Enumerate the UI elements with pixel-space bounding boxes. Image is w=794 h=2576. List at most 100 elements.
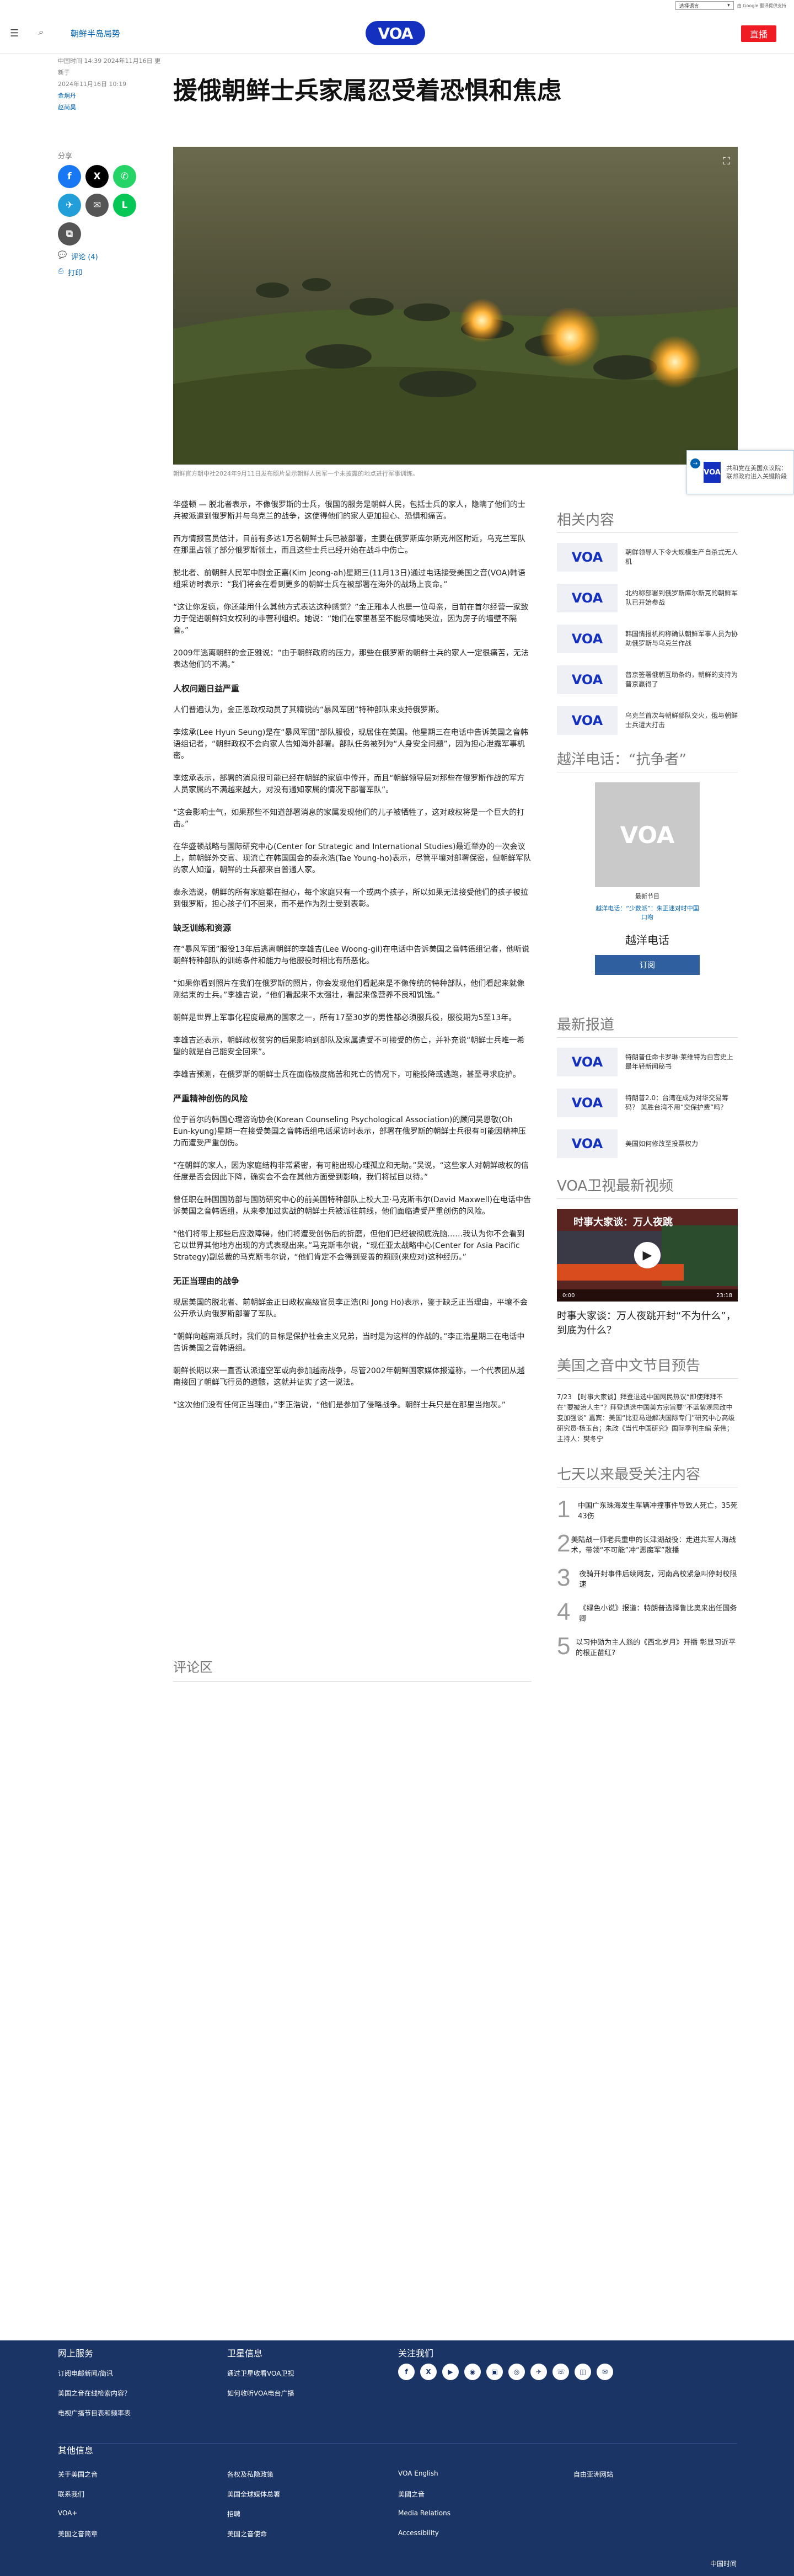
search-icon[interactable]: ⌕ (39, 26, 44, 38)
footer-link[interactable]: 通过卫星收看VOA卫视 (227, 2364, 294, 2383)
popular-rank: 3 (557, 1564, 571, 1591)
article-meta: 中国时间 14:39 2024年11月16日 更新于 2024年11月16日 1… (58, 55, 165, 113)
copy-link-icon[interactable]: ⧉ (58, 222, 81, 246)
video-controls[interactable]: 0:00 23:18 (557, 1289, 738, 1302)
mini-player-title[interactable]: 共和党在美国众议院：联邦政府进入关键阶段 (726, 464, 789, 481)
subscribe-button[interactable]: 订阅 (595, 955, 700, 975)
footer-satellite: 卫星信息 通过卫星收看VOA卫视 如何收听VOA电台广播 (227, 2348, 294, 2403)
related-item[interactable]: VOA 朝鲜领导人下令大规模生产自杀式无人机 (557, 543, 738, 572)
video-player[interactable]: 时事大家谈：万人夜跳 ▶ 0:00 23:18 (557, 1209, 738, 1302)
footer-link[interactable]: 美国之音在线检索内容？ (58, 2383, 131, 2403)
paragraph: 李雄吉还表示，朝鲜政权贫穷的后果影响到部队及家属遭受不可接受的伤亡，并补充说“朝… (173, 1036, 525, 1057)
video-overlay-title: 时事大家谈：万人夜跳 (573, 1217, 673, 1228)
paragraph: 西方情报官员估计，目前有多达1万名朝鲜士兵已被部署，主要在俄罗斯库尔斯克州区附近… (173, 535, 525, 555)
footer-link[interactable]: VOA English (398, 2470, 438, 2477)
social-icon[interactable]: f (398, 2364, 415, 2380)
radio-latest-link[interactable]: 越洋电话：“少数派”：朱正迷对时中国口吻 (595, 904, 700, 921)
print-link[interactable]: ⎙ 打印 (58, 267, 152, 278)
footer-link[interactable]: 美国之音使命 (227, 2529, 267, 2538)
footer-link[interactable]: Accessibility (398, 2529, 439, 2537)
telegram-icon[interactable]: ✈ (58, 194, 81, 217)
comments-link[interactable]: 💬 评论 (4) (58, 251, 152, 262)
related-item-title: 韩国情报机构称确认朝鲜军事人员为协助俄罗斯与乌克兰作战 (625, 630, 738, 647)
section-link[interactable]: 朝鲜半岛局势 (71, 28, 120, 39)
section-heading: 无正当理由的战争 (173, 1276, 240, 1286)
popular-rank: 5 (557, 1633, 571, 1660)
footer-link[interactable]: 电视广播节目表和频率表 (58, 2403, 131, 2423)
related-item[interactable]: VOA 乌克兰首次与朝鲜部队交火，俄与朝鲜士兵遭大打击 (557, 706, 738, 735)
popular-rank: 2 (557, 1530, 571, 1557)
latest-list: VOA 特朗普任命卡罗琳·莱维特为白宫史上最年轻新闻秘书 VOA 特朗普2.0：台湾在… (557, 1048, 738, 1158)
author-link[interactable]: 赵尚昊 (58, 102, 165, 113)
popular-title: 以习仲勋为主人翁的《西北岁月》开播 彰显习近平的根正苗红? (576, 1639, 736, 1657)
latest-item[interactable]: VOA 特朗普任命卡罗琳·莱维特为白宫史上最年轻新闻秘书 (557, 1048, 738, 1076)
popular-item[interactable]: 3 夜骑开封事件后续网友，河南高校紧急叫停封校限速 (557, 1566, 738, 1590)
social-icon[interactable]: ✈ (530, 2364, 547, 2380)
footer-link[interactable]: 关于美国之音 (58, 2470, 98, 2479)
x-twitter-icon[interactable]: X (85, 165, 109, 188)
language-select[interactable]: 选择语言 ▾ (675, 1, 734, 10)
author-link[interactable]: 金炯丹 (58, 90, 165, 102)
social-icon[interactable]: ▣ (486, 2364, 503, 2380)
play-icon[interactable]: ▶ (634, 1242, 661, 1268)
footer-link[interactable]: 美国全球媒体总署 (227, 2489, 280, 2499)
voa-thumbnail-icon: VOA (557, 1129, 618, 1158)
social-icon[interactable]: X (420, 2364, 437, 2380)
hamburger-menu-icon[interactable]: ☰ (10, 28, 21, 39)
paragraph: “如果你看到照片在我们在俄罗斯的照片，你会发现他们看起来是不像传统的特种部队，他… (173, 979, 525, 1000)
footer-link[interactable]: 美國之音 (398, 2489, 425, 2499)
related-item[interactable]: VOA 普京签署俄朝互助条约，朝鲜的支持为普京赢得了 (557, 665, 738, 694)
radio-heading: 越洋电话：“抗争者” (557, 748, 738, 772)
social-icon[interactable]: ✉ (597, 2364, 613, 2380)
hero-image[interactable]: ⛶ (173, 147, 738, 465)
footer-link[interactable]: 订阅电邮新闻/简讯 (58, 2364, 131, 2383)
paragraph: 现居美国的脱北者、前朝鲜金正日政权高级官员李正浩(Ri Jong Ho)表示，鉴… (173, 1298, 528, 1319)
footer-link[interactable]: VOA+ (58, 2509, 78, 2517)
footer-link[interactable]: 美国之音简章 (58, 2529, 98, 2538)
social-icon[interactable]: ▶ (442, 2364, 459, 2380)
paragraph: 朝鲜是世界上军事化程度最高的国家之一，所有17至30岁的男性都必须服兵役，服役期… (173, 1014, 517, 1022)
mini-player[interactable]: → VOA 共和党在美国众议院：联邦政府进入关键阶段 (686, 450, 794, 494)
video-title[interactable]: 时事大家谈：万人夜跳开封“不为什么”，到底为什么？ (557, 1309, 738, 1338)
popular-item[interactable]: 1 中国广东珠海发生车辆冲撞事件导致人死亡，35死43伤 (557, 1497, 738, 1522)
footer-online-services: 网上服务 订阅电邮新闻/简讯 美国之音在线检索内容？ 电视广播节目表和频率表 (58, 2348, 131, 2423)
arrow-right-icon[interactable]: → (690, 458, 700, 468)
social-icon[interactable]: ◎ (508, 2364, 525, 2380)
social-icon[interactable]: ◫ (575, 2364, 591, 2380)
social-icon[interactable]: ◉ (464, 2364, 481, 2380)
related-item[interactable]: VOA 韩国情报机构称确认朝鲜军事人员为协助俄罗斯与乌克兰作战 (557, 625, 738, 653)
latest-item-title: 特朗普任命卡罗琳·莱维特为白宫史上最年轻新闻秘书 (625, 1053, 733, 1070)
print-link-label: 打印 (68, 269, 83, 278)
line-icon[interactable]: L (113, 194, 136, 217)
paragraph: 泰永浩说，朝鲜的所有家庭都在担心，每个家庭只有一个或两个孩子，所以如果无法接受他… (173, 888, 528, 909)
radio-program-image[interactable]: VOA (595, 782, 700, 887)
related-item[interactable]: VOA 北约称部署到俄罗斯库尔斯克的朝鲜军队已开始参战 (557, 584, 738, 612)
popular-item[interactable]: 2 美陆战一师老兵重申的长津湖战役：走进共军人海战术，带领“不可能”冲“恶魔军”散… (557, 1532, 738, 1556)
print-icon: ⎙ (58, 267, 64, 275)
related-item-title: 朝鲜领导人下令大规模生产自杀式无人机 (625, 548, 738, 566)
footer-link[interactable]: Media Relations (398, 2509, 450, 2517)
voa-thumbnail-icon: VOA (557, 665, 618, 694)
whatsapp-icon[interactable]: ✆ (113, 165, 136, 188)
popular-item[interactable]: 4 《绿色小说》报道：特朗普选择鲁比奥来出任国务卿 (557, 1600, 738, 1624)
latest-item[interactable]: VOA 特朗普2.0：台湾在成为对华交易筹码？ 美胜台湾不用“交保护费”吗？ (557, 1089, 738, 1117)
social-icon[interactable]: ☏ (552, 2364, 569, 2380)
related-heading: 相关内容 (557, 509, 738, 533)
popular-item[interactable]: 5 以习仲勋为主人翁的《西北岁月》开播 彰显习近平的根正苗红? (557, 1634, 738, 1658)
facebook-icon[interactable]: f (58, 165, 81, 188)
email-icon[interactable]: ✉ (85, 194, 109, 217)
fullscreen-icon[interactable]: ⛶ (723, 156, 730, 167)
radio-program-name: 越洋电话 (625, 934, 669, 947)
video-time: 0:00 (562, 1292, 575, 1299)
latest-item[interactable]: VOA 美国如何修改至投票权力 (557, 1129, 738, 1158)
footer-link[interactable]: 如何收听VOA电台广播 (227, 2383, 294, 2403)
footer-link[interactable]: 各权及私隐政策 (227, 2470, 273, 2479)
footer-link[interactable]: 自由亚洲网站 (573, 2470, 613, 2479)
voa-logo[interactable]: VOA (366, 21, 425, 45)
live-button[interactable]: 直播 (741, 25, 776, 42)
footer-divider (58, 2443, 737, 2444)
popular-title: 《绿色小说》报道：特朗普选择鲁比奥来出任国务卿 (579, 1604, 737, 1623)
footer-link[interactable]: 招聘 (227, 2509, 240, 2519)
footer-link[interactable]: 联系我们 (58, 2489, 84, 2499)
voa-thumbnail-icon: VOA (557, 706, 618, 735)
